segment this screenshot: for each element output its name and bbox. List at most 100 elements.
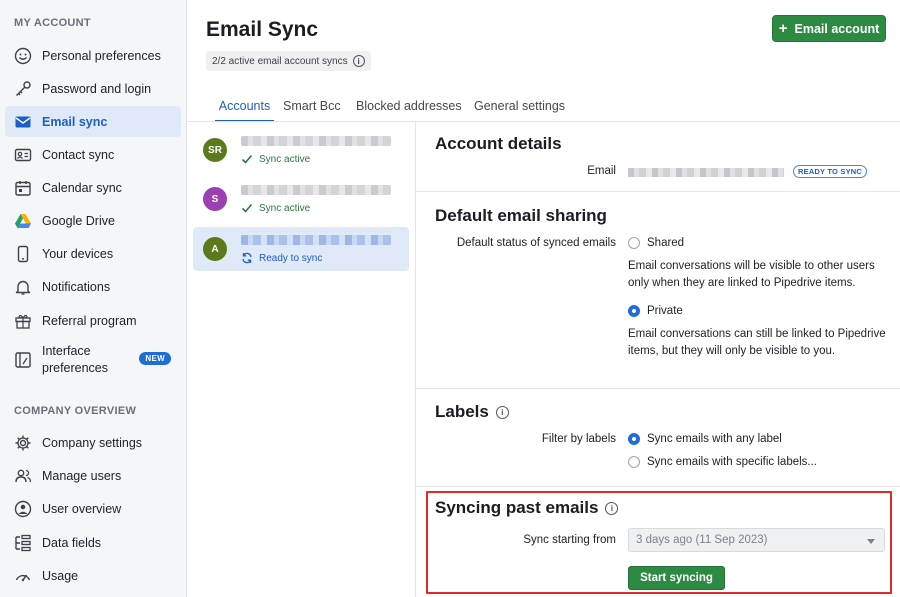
user-circle-icon xyxy=(14,500,32,518)
sidebar-item-manage-users[interactable]: Manage users xyxy=(5,460,181,491)
section-divider xyxy=(416,486,900,487)
email-value-redacted xyxy=(628,168,784,177)
radio-shared[interactable]: Shared xyxy=(628,237,684,249)
sidebar-item-label: Interface preferences xyxy=(42,344,109,375)
sidebar-item-label: Your devices xyxy=(42,246,114,261)
radio-specific-labels-text: Sync emails with specific labels... xyxy=(647,456,818,468)
section-divider xyxy=(416,388,900,389)
users-icon xyxy=(14,467,32,485)
radio-private-label: Private xyxy=(647,305,683,317)
google-drive-icon xyxy=(14,212,32,230)
new-badge: NEW xyxy=(139,352,171,365)
sync-icon xyxy=(242,252,252,264)
sidebar-item-email-sync[interactable]: Email sync xyxy=(5,106,181,137)
check-icon xyxy=(241,154,253,164)
active-syncs-badge: 2/2 active email account syncs i xyxy=(206,51,371,71)
account-details-heading: Account details xyxy=(435,134,562,153)
default-status-label: Default status of synced emails xyxy=(456,237,616,249)
sidebar-item-personal-preferences[interactable]: Personal preferences xyxy=(5,40,181,71)
default-sharing-heading: Default email sharing xyxy=(435,206,607,225)
settings-sidebar: MY ACCOUNT Personal preferences Password… xyxy=(0,0,187,597)
contact-card-icon xyxy=(14,146,32,164)
sidebar-item-user-overview[interactable]: User overview xyxy=(5,493,181,524)
labels-heading-text: Labels xyxy=(435,402,489,421)
gauge-icon xyxy=(14,567,32,585)
add-email-account-button[interactable]: + Email account xyxy=(772,15,886,42)
tab-general-settings[interactable]: General settings xyxy=(474,92,565,122)
sidebar-item-interface-preferences[interactable]: Interface preferences NEW xyxy=(5,340,181,380)
section-divider xyxy=(416,191,900,192)
radio-button[interactable] xyxy=(628,237,640,249)
radio-button-checked[interactable] xyxy=(628,433,640,445)
ready-to-sync-badge: READY TO SYNC xyxy=(793,165,868,178)
tab-accounts[interactable]: Accounts xyxy=(215,92,274,122)
envelope-icon xyxy=(14,113,32,131)
sidebar-item-label: Calendar sync xyxy=(42,180,122,195)
sidebar-item-calendar-sync[interactable]: Calendar sync xyxy=(5,172,181,203)
filter-labels-label: Filter by labels xyxy=(541,433,616,445)
radio-button[interactable] xyxy=(628,456,640,468)
accounts-list: SR Sync active S Sync active A Ready to … xyxy=(187,122,416,597)
smiley-face-icon xyxy=(14,47,32,65)
account-row-selected[interactable]: A Ready to sync xyxy=(193,227,409,271)
bell-icon xyxy=(14,278,32,296)
sidebar-item-company-settings[interactable]: Company settings xyxy=(5,427,181,458)
radio-shared-label: Shared xyxy=(647,237,685,249)
sidebar-item-label: Notifications xyxy=(42,279,111,294)
sidebar-item-label: Password and login xyxy=(42,81,152,96)
account-status-text: Sync active xyxy=(259,153,311,165)
sidebar-item-notifications[interactable]: Notifications xyxy=(5,271,181,302)
highlight-box xyxy=(426,491,892,594)
interface-icon xyxy=(14,351,32,369)
gear-icon xyxy=(14,434,32,452)
company-overview-heading: COMPANY OVERVIEW xyxy=(14,405,137,417)
my-account-heading: MY ACCOUNT xyxy=(14,17,91,29)
plus-icon: + xyxy=(778,20,788,37)
radio-specific-labels[interactable]: Sync emails with specific labels... xyxy=(628,456,817,468)
sidebar-item-label: Usage xyxy=(42,568,79,583)
sidebar-item-label: Referral program xyxy=(42,313,137,328)
check-icon xyxy=(241,203,253,213)
sidebar-item-label: Manage users xyxy=(42,468,122,483)
sidebar-item-label: User overview xyxy=(42,501,122,516)
radio-button-checked[interactable] xyxy=(628,305,640,317)
sidebar-item-label: Data fields xyxy=(42,535,102,550)
radio-any-label[interactable]: Sync emails with any label xyxy=(628,433,782,445)
account-status: Sync active xyxy=(241,202,310,214)
key-icon xyxy=(14,80,32,98)
account-status: Ready to sync xyxy=(241,252,322,264)
sidebar-item-label: Company settings xyxy=(42,435,143,450)
sidebar-item-label: Contact sync xyxy=(42,147,115,162)
sidebar-item-password-login[interactable]: Password and login xyxy=(5,73,181,104)
sidebar-item-referral-program[interactable]: Referral program xyxy=(5,305,181,336)
account-row[interactable]: SR Sync active xyxy=(193,128,409,172)
private-description: Email conversations can still be linked … xyxy=(628,328,886,357)
gift-icon xyxy=(14,312,32,330)
radio-any-label-text: Sync emails with any label xyxy=(647,433,782,445)
labels-heading: Labels i xyxy=(435,402,509,422)
sidebar-item-your-devices[interactable]: Your devices xyxy=(5,238,181,269)
radio-private[interactable]: Private xyxy=(628,305,683,317)
sidebar-item-usage[interactable]: Usage xyxy=(5,560,181,591)
calendar-icon xyxy=(14,179,32,197)
active-syncs-text: 2/2 active email account syncs xyxy=(212,55,348,67)
account-email-redacted xyxy=(241,185,391,195)
tab-blocked-addresses[interactable]: Blocked addresses xyxy=(356,92,462,122)
email-label: Email xyxy=(587,165,616,177)
sidebar-item-label: Google Drive xyxy=(42,213,115,228)
avatar: A xyxy=(203,237,227,261)
shared-description: Email conversations will be visible to o… xyxy=(628,260,875,289)
tab-smart-bcc[interactable]: Smart Bcc xyxy=(283,92,341,122)
avatar: SR xyxy=(203,138,227,162)
info-icon[interactable]: i xyxy=(495,405,509,419)
account-row[interactable]: S Sync active xyxy=(193,177,409,221)
page-title: Email Sync xyxy=(206,18,319,41)
add-email-account-label: Email account xyxy=(794,21,880,36)
phone-icon xyxy=(14,245,32,263)
sidebar-item-google-drive[interactable]: Google Drive xyxy=(5,205,181,236)
sidebar-item-data-fields[interactable]: Data fields xyxy=(5,527,181,558)
sidebar-item-contact-sync[interactable]: Contact sync xyxy=(5,139,181,170)
account-status-text: Ready to sync xyxy=(259,252,323,264)
info-icon[interactable]: i xyxy=(352,55,365,67)
account-email-redacted xyxy=(241,235,391,245)
